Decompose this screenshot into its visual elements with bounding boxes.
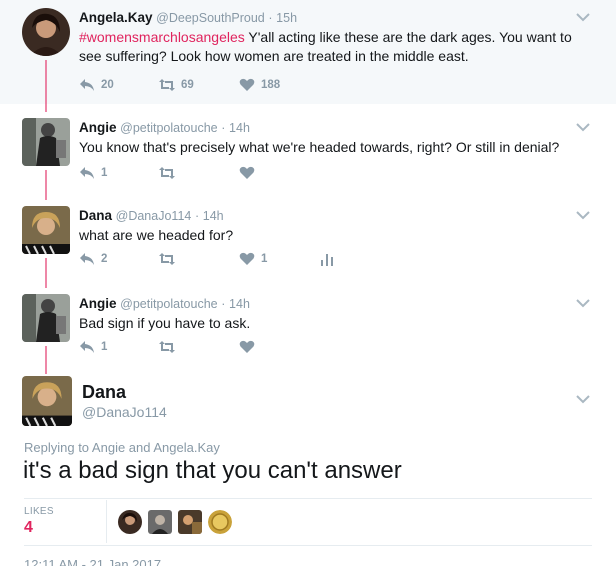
user-handle[interactable]: @petitpolatouche [120,121,217,135]
heart-icon [239,252,255,265]
tweet-text: it's a bad sign that you can't answer [23,457,402,484]
retweet-icon [159,79,175,91]
avatar[interactable] [22,8,70,56]
separator-dot: · [194,209,200,223]
user-handle[interactable]: @petitpolatouche [120,297,217,311]
divider [106,500,107,543]
like-button[interactable]: 188 [239,78,319,92]
separator-dot: · [268,11,273,25]
tweet-time[interactable]: 14h [229,121,250,135]
tweet-dana[interactable]: Dana @DanaJo114 · 14h what are we headed… [0,192,616,280]
tweet-timestamp[interactable]: 12:11 AM - 21 Jan 2017 [24,557,161,566]
chevron-down-icon[interactable] [576,394,590,404]
tweet-actions: 1 [79,338,319,356]
reply-count: 2 [101,253,108,265]
tweet-actions: 2 1 [79,250,341,268]
display-name[interactable]: Angela.Kay [79,10,153,25]
heart-icon [239,166,255,179]
like-button[interactable]: 1 [239,252,319,266]
analytics-icon [321,254,333,266]
likes-count[interactable]: 4 [24,519,33,537]
separator-dot: · [221,121,226,135]
liker-avatar[interactable] [118,510,142,534]
retweet-icon [159,341,175,353]
divider [24,545,592,546]
like-button[interactable] [239,166,319,180]
retweet-icon [159,167,175,179]
reply-button[interactable]: 1 [79,340,159,354]
retweet-button[interactable] [159,252,239,266]
retweet-button[interactable] [159,340,239,354]
chevron-down-icon[interactable] [576,298,590,308]
retweet-button[interactable] [159,166,239,180]
chevron-down-icon[interactable] [576,210,590,220]
tweet-header: Angela.Kay @DeepSouthProud · 15h [79,10,297,26]
heart-icon [239,340,255,353]
liker-avatar[interactable] [208,510,232,534]
reply-button[interactable]: 2 [79,252,159,266]
focused-tweet: Dana @DanaJo114 Replying to Angie and An… [0,368,616,566]
tweet-text: #womensmarchlosangeles Y'all acting like… [79,28,579,66]
tweet-time[interactable]: 14h [229,297,250,311]
separator-dot: · [221,297,226,311]
tweet-time[interactable]: 15h [276,11,297,25]
tweet-header: Angie @petitpolatouche · 14h [79,120,250,136]
replying-to[interactable]: Replying to Angie and Angela.Kay [24,440,220,455]
tweet-text: what are we headed for? [79,227,234,243]
chevron-down-icon[interactable] [576,122,590,132]
display-name[interactable]: Dana [82,382,126,403]
reply-icon [80,253,94,265]
user-handle[interactable]: @DeepSouthProud [156,11,265,25]
tweet-header: Angie @petitpolatouche · 14h [79,296,250,312]
avatar[interactable] [22,118,70,166]
likes-label: LIKES [24,506,54,517]
likers-list [118,510,238,534]
reply-icon [80,79,94,91]
avatar[interactable] [22,294,70,342]
avatar[interactable] [22,376,72,426]
display-name[interactable]: Angie [79,120,117,135]
reply-count: 1 [101,341,108,353]
liker-avatar[interactable] [178,510,202,534]
reply-icon [80,167,94,179]
retweet-count: 69 [181,79,194,91]
display-name[interactable]: Dana [79,208,112,223]
display-name[interactable]: Angie [79,296,117,311]
retweet-icon [159,253,175,265]
reply-icon [80,341,94,353]
tweet-header: Dana @DanaJo114 · 14h [79,208,224,224]
tweet-angie-1[interactable]: Angie @petitpolatouche · 14h You know th… [0,104,616,192]
reply-button[interactable]: 1 [79,166,159,180]
divider [24,498,592,499]
tweet-actions: 20 69 188 [79,76,319,94]
tweet-text: Bad sign if you have to ask. [79,315,251,331]
reply-count: 20 [101,79,114,91]
reply-count: 1 [101,167,108,179]
heart-icon [239,78,255,91]
tweet-angie-2[interactable]: Angie @petitpolatouche · 14h Bad sign if… [0,280,616,368]
like-count: 1 [261,253,268,265]
user-handle[interactable]: @DanaJo114 [116,209,192,223]
retweet-button[interactable]: 69 [159,78,239,92]
like-button[interactable] [239,340,319,354]
like-count: 188 [261,79,281,91]
reply-button[interactable]: 20 [79,78,159,92]
tweet-text: You know that's precisely what we're hea… [79,139,560,155]
tweet-actions: 1 [79,164,319,182]
tweet-angela-kay[interactable]: Angela.Kay @DeepSouthProud · 15h #womens… [0,0,616,104]
tweet-time[interactable]: 14h [203,209,224,223]
hashtag-link[interactable]: #womensmarchlosangeles [79,29,245,45]
chevron-down-icon[interactable] [576,12,590,22]
user-handle[interactable]: @DanaJo114 [82,404,167,420]
avatar[interactable] [22,206,70,254]
analytics-button[interactable] [319,252,341,266]
liker-avatar[interactable] [148,510,172,534]
